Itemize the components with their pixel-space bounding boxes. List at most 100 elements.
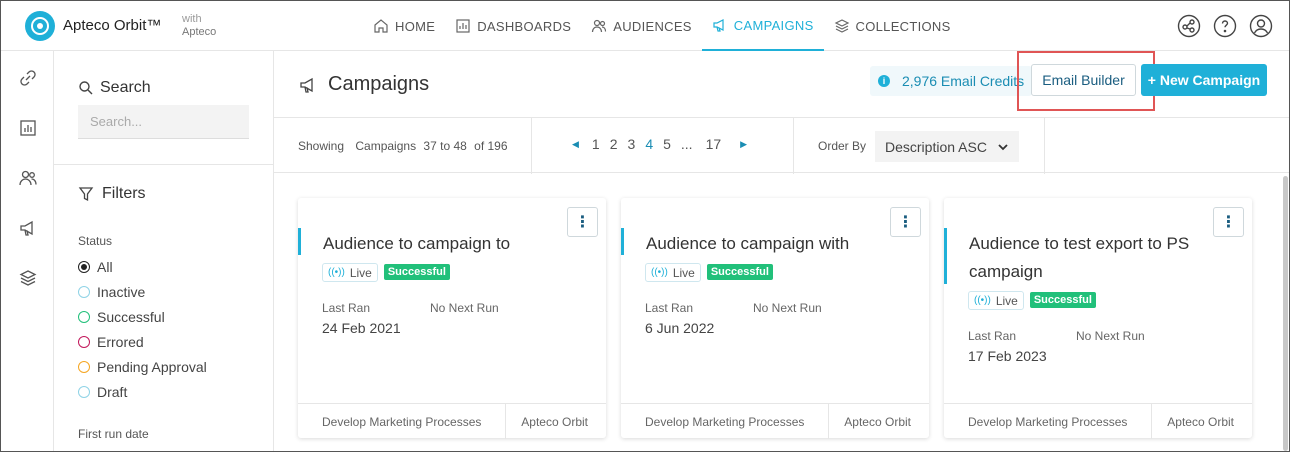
status-option-errored[interactable]: Errored	[78, 329, 207, 354]
chart-icon	[456, 19, 470, 33]
radio-button[interactable]	[78, 335, 90, 348]
filter-panel: Search Filters Status All Inactive Succe…	[54, 51, 274, 451]
nav-campaigns[interactable]: CAMPAIGNS	[701, 1, 824, 51]
campaign-card[interactable]: ⋮ Audience to test export to PS campaign…	[944, 198, 1252, 439]
card-footer: Develop Marketing Processes Apteco Orbit	[298, 403, 606, 439]
page-link[interactable]: 17	[706, 136, 722, 152]
status-option-draft[interactable]: Draft	[78, 379, 207, 404]
live-badge: ((•)) Live	[322, 263, 378, 282]
divider	[531, 118, 532, 174]
page-link[interactable]: 3	[628, 136, 636, 152]
radio-button[interactable]	[78, 260, 90, 273]
next-run-label: No Next Run	[430, 301, 499, 315]
link-icon[interactable]	[18, 68, 38, 88]
highlight-box	[1017, 51, 1155, 111]
card-footer-project: Develop Marketing Processes	[645, 415, 805, 429]
search-input[interactable]	[78, 105, 249, 139]
card-title[interactable]: Audience to campaign with	[646, 230, 891, 258]
radio-button[interactable]	[78, 285, 90, 298]
top-icons	[1177, 14, 1273, 38]
filters-heading: Filters	[78, 185, 146, 203]
status-badge: Successful	[383, 264, 450, 280]
email-credits-badge: i 2,976 Email Credits	[870, 66, 1033, 96]
page-link[interactable]: 1	[592, 136, 600, 152]
radio-button[interactable]	[78, 360, 90, 373]
main-nav: HOME DASHBOARDS AUDIENCES CAMPAIGNS COLL…	[363, 1, 961, 51]
people-icon[interactable]	[18, 168, 38, 188]
card-title[interactable]: Audience to campaign to	[323, 230, 568, 258]
page-link-current[interactable]: 4	[645, 136, 653, 152]
main-content: Campaigns i 2,976 Email Credits Email Bu…	[274, 51, 1289, 451]
divider	[828, 404, 829, 439]
help-icon[interactable]	[1213, 14, 1237, 38]
divider	[1151, 404, 1152, 439]
card-accent	[944, 228, 947, 284]
card-badges: ((•)) Live Successful	[322, 263, 450, 282]
info-icon: i	[878, 75, 890, 87]
status-badge: Successful	[1029, 292, 1096, 308]
prev-page-icon[interactable]: ◀	[572, 139, 579, 150]
status-option-pending-approval[interactable]: Pending Approval	[78, 354, 207, 379]
next-run-label: No Next Run	[753, 301, 822, 315]
next-page-icon[interactable]: ▶	[740, 139, 747, 150]
divider	[1044, 118, 1045, 174]
more-options-icon[interactable]: ⋮	[890, 207, 921, 237]
last-ran-date: 17 Feb 2023	[968, 348, 1047, 364]
card-accent	[298, 228, 301, 255]
card-footer-project: Develop Marketing Processes	[322, 415, 482, 429]
card-footer-owner: Apteco Orbit	[844, 415, 911, 429]
logo-icon[interactable]	[25, 11, 55, 41]
filter-icon	[78, 187, 94, 202]
more-options-icon[interactable]: ⋮	[1213, 207, 1244, 237]
status-option-all[interactable]: All	[78, 254, 207, 279]
user-icon[interactable]	[1249, 14, 1273, 38]
new-campaign-button[interactable]: + New Campaign	[1141, 64, 1267, 96]
layers-icon	[834, 19, 849, 33]
radio-button[interactable]	[78, 385, 90, 398]
megaphone-icon[interactable]	[18, 218, 38, 238]
search-heading: Search	[78, 79, 151, 97]
card-footer: Develop Marketing Processes Apteco Orbit	[621, 403, 929, 439]
nav-collections[interactable]: COLLECTIONS	[824, 1, 961, 51]
chart-icon[interactable]	[18, 118, 38, 138]
last-ran-date: 6 Jun 2022	[645, 320, 715, 336]
live-badge: ((•)) Live	[968, 291, 1024, 310]
home-icon	[374, 19, 388, 33]
status-option-inactive[interactable]: Inactive	[78, 279, 207, 304]
last-ran-label: Last Ran	[322, 301, 371, 315]
order-by-label: Order By	[818, 139, 867, 153]
radio-button[interactable]	[78, 310, 90, 323]
brand-name[interactable]: Apteco Orbit™	[63, 17, 161, 34]
last-ran-label: Last Ran	[968, 329, 1017, 343]
campaign-card[interactable]: ⋮ Audience to campaign with ((•)) Live Su…	[621, 198, 929, 439]
first-run-date-label: First run date	[78, 427, 149, 441]
share-icon[interactable]	[1177, 14, 1201, 38]
layers-icon[interactable]	[18, 268, 38, 288]
page-title: Campaigns	[298, 73, 429, 96]
nav-home[interactable]: HOME	[363, 1, 445, 51]
card-footer: Develop Marketing Processes Apteco Orbit	[944, 403, 1252, 439]
card-title[interactable]: Audience to test export to PS campaign	[969, 230, 1214, 286]
divider	[793, 118, 794, 174]
chevron-down-icon	[998, 143, 1008, 150]
last-ran-label: Last Ran	[645, 301, 694, 315]
top-bar: Apteco Orbit™ with Apteco HOME DASHBOARD…	[1, 1, 1289, 51]
status-option-successful[interactable]: Successful	[78, 304, 207, 329]
page-ellipsis: ...	[680, 136, 693, 152]
campaign-card[interactable]: ⋮ Audience to campaign to ((•)) Live Succ…	[298, 198, 606, 439]
broadcast-icon: ((•))	[651, 267, 668, 278]
last-ran-date: 24 Feb 2021	[322, 320, 401, 336]
list-toolbar: Showing Campaigns 37 to 48 of 196 ◀ 1 2 …	[274, 117, 1289, 174]
nav-audiences[interactable]: AUDIENCES	[581, 1, 702, 51]
status-radio-group: All Inactive Successful Errored Pending …	[78, 254, 207, 404]
order-by-select[interactable]: Description ASC	[875, 131, 1019, 162]
divider	[54, 164, 274, 165]
broadcast-icon: ((•))	[974, 295, 991, 306]
more-options-icon[interactable]: ⋮	[567, 207, 598, 237]
page-link[interactable]: 5	[663, 136, 671, 152]
nav-dashboards[interactable]: DASHBOARDS	[445, 1, 581, 51]
page-link[interactable]: 2	[610, 136, 618, 152]
scrollbar[interactable]	[1283, 176, 1288, 451]
card-footer-owner: Apteco Orbit	[1167, 415, 1234, 429]
status-label: Status	[78, 234, 113, 248]
